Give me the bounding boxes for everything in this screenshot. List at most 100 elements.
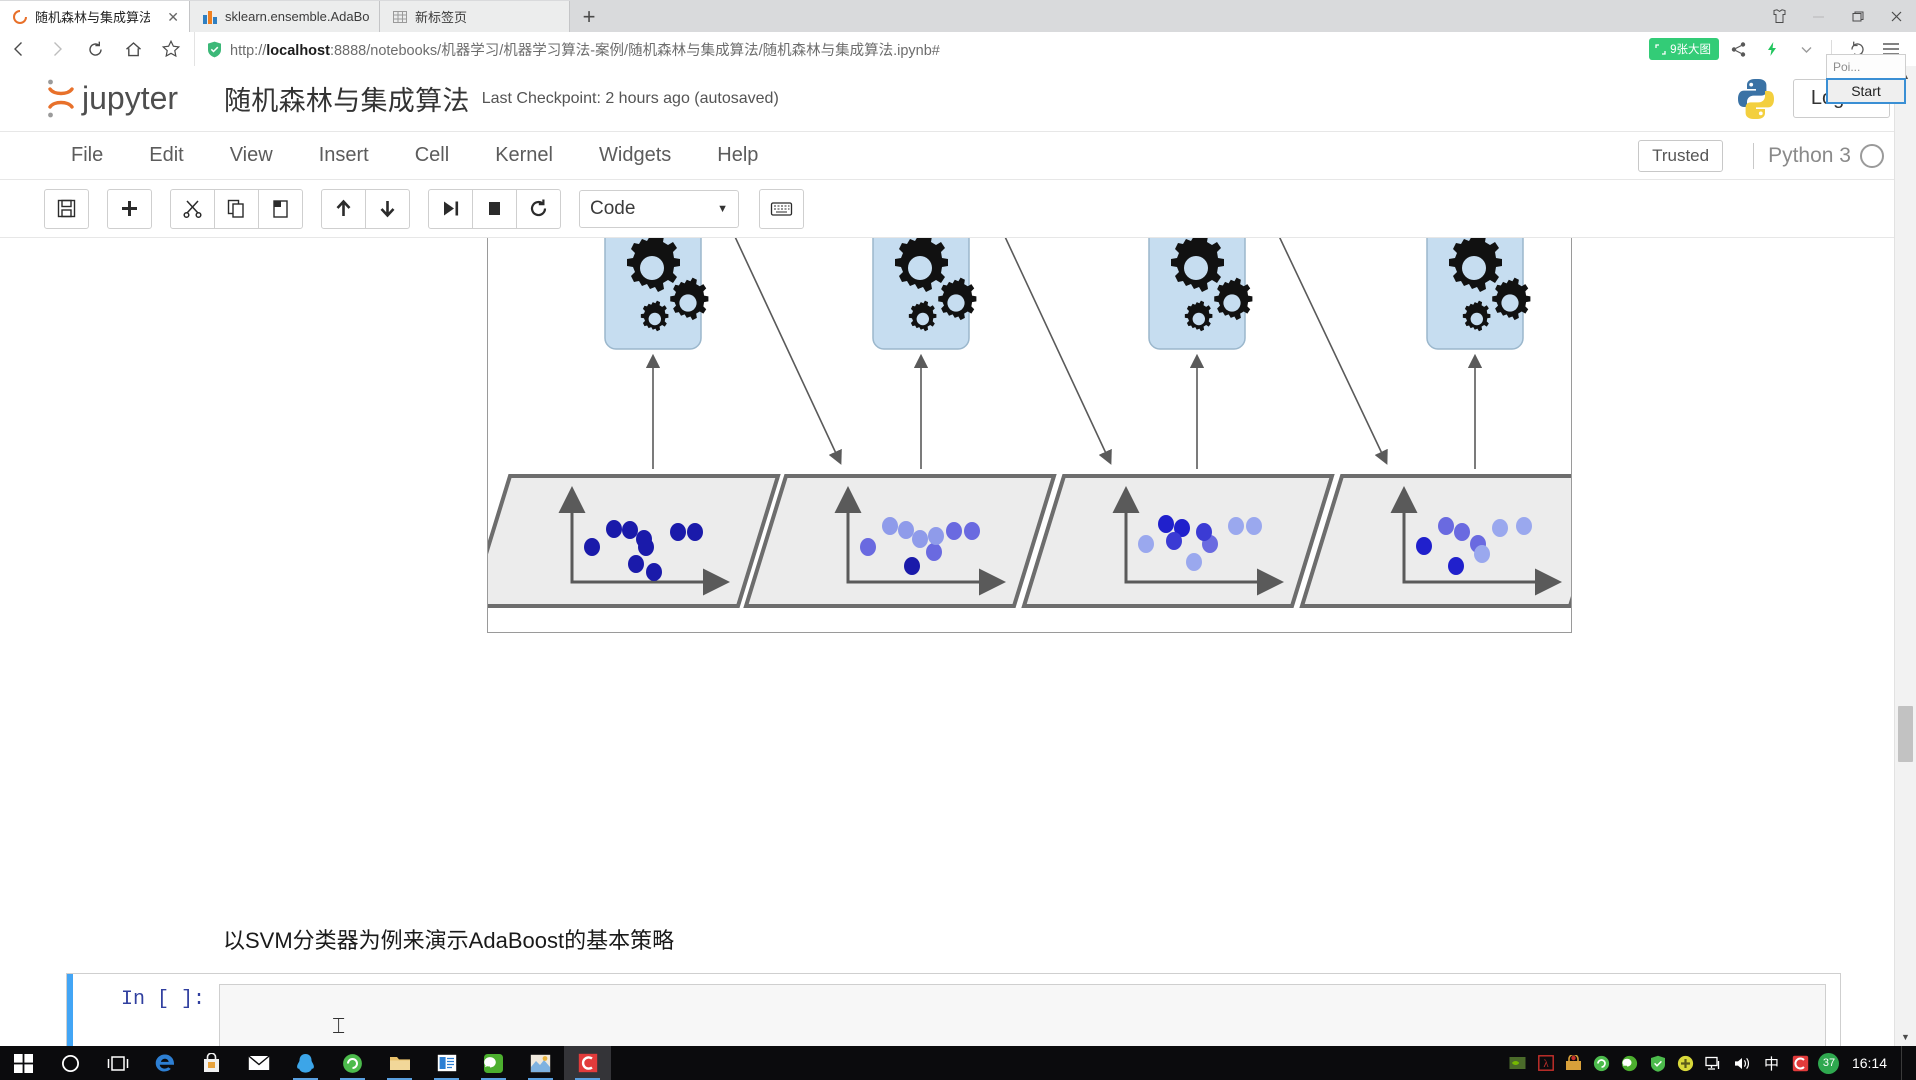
nvidia-icon[interactable]	[1505, 1046, 1531, 1080]
svg-text:jupyter: jupyter	[81, 80, 178, 116]
tabstrip-empty-area	[608, 1, 1760, 32]
browser-tab-2-title: 新标签页	[415, 10, 468, 25]
pdf-icon[interactable]: λ	[1533, 1046, 1559, 1080]
kernel-name: Python 3	[1768, 143, 1851, 167]
close-icon[interactable]	[1877, 1, 1916, 32]
mail-icon[interactable]	[235, 1046, 282, 1080]
antivirus-icon[interactable]	[1561, 1046, 1587, 1080]
plus-circle-icon[interactable]	[1673, 1046, 1699, 1080]
toolbar-group-save	[44, 188, 89, 229]
network-icon[interactable]	[1701, 1046, 1727, 1080]
maximize-icon[interactable]	[1838, 1, 1877, 32]
menu-item-widgets[interactable]: Widgets	[576, 144, 694, 167]
browser-tab-1[interactable]: sklearn.ensemble.AdaBoostC	[190, 1, 380, 32]
markdown-cell-text[interactable]: 以SVM分类器为例来演示AdaBoost的基本策略	[223, 923, 674, 955]
edge-icon[interactable]	[141, 1046, 188, 1080]
window-controls	[1760, 1, 1916, 32]
copy-button[interactable]	[214, 188, 259, 229]
expand-icon	[1655, 43, 1666, 55]
windows-start-icon[interactable]	[0, 1046, 47, 1080]
qq-icon[interactable]	[282, 1046, 329, 1080]
kernel-idle-icon	[1860, 143, 1884, 168]
sogou-icon[interactable]	[1788, 1046, 1814, 1080]
sequential-arrows	[734, 238, 1388, 465]
ime-indicator[interactable]: 中	[1757, 1053, 1786, 1074]
trusted-badge[interactable]: Trusted	[1638, 139, 1724, 172]
kernel-indicator: Python 3	[1753, 142, 1916, 169]
move-cell-up-button[interactable]	[321, 188, 366, 229]
taskbar-clock[interactable]: 16:14	[1844, 1055, 1899, 1071]
menu-item-edit[interactable]: Edit	[126, 144, 206, 167]
restart-kernel-button[interactable]	[516, 188, 561, 229]
chevron-down-icon[interactable]	[1791, 34, 1821, 64]
browser-tab-0[interactable]: 随机森林与集成算法 ✕	[0, 1, 190, 32]
big-image-badge[interactable]: 9张大图	[1649, 38, 1719, 60]
show-desktop-button[interactable]	[1901, 1046, 1910, 1080]
start-button[interactable]: Start	[1826, 78, 1906, 104]
favorite-button[interactable]	[152, 32, 190, 66]
menu-item-insert[interactable]: Insert	[296, 144, 392, 167]
jupyter-header: jupyter 随机森林与集成算法 Last Checkpoint: 2 hou…	[0, 66, 1916, 132]
wechat-icon[interactable]	[470, 1046, 517, 1080]
new-tab-button[interactable]: +	[570, 1, 608, 32]
notebook-title[interactable]: 随机森林与集成算法	[224, 79, 470, 118]
security-shield-icon	[208, 41, 221, 57]
big-image-badge-label: 9张大图	[1670, 44, 1711, 56]
save-button[interactable]	[44, 188, 89, 229]
back-button[interactable]	[0, 32, 38, 66]
grid-icon	[393, 10, 407, 23]
cortana-icon[interactable]	[47, 1046, 94, 1080]
browser-tab-0-close-icon[interactable]: ✕	[167, 10, 179, 24]
jupyter-logo: jupyter	[48, 79, 178, 117]
browser-tab-0-title: 随机森林与集成算法	[35, 10, 151, 25]
scroll-down-arrow-icon[interactable]: ▼	[1895, 1027, 1916, 1046]
home-button[interactable]	[114, 32, 152, 66]
stop-kernel-button[interactable]	[472, 188, 517, 229]
share-icon[interactable]	[1723, 34, 1753, 64]
reload-button[interactable]	[76, 32, 114, 66]
menu-item-file[interactable]: File	[48, 144, 126, 167]
menu-item-view[interactable]: View	[207, 144, 296, 167]
windows-taskbar: λ 中 37 16:14	[0, 1046, 1916, 1080]
scrollbar-thumb[interactable]	[1898, 706, 1913, 762]
shield-icon[interactable]	[1645, 1046, 1671, 1080]
browser-green-icon[interactable]	[1589, 1046, 1615, 1080]
code-input[interactable]: ⌶	[219, 984, 1826, 1046]
python-logo	[1737, 78, 1774, 119]
paint-icon[interactable]	[517, 1046, 564, 1080]
start-recording-widget: Poi... Start	[1826, 54, 1906, 104]
run-cell-button[interactable]	[428, 188, 473, 229]
toolbar-group-run	[428, 188, 561, 229]
insert-cell-button[interactable]	[107, 188, 152, 229]
chevron-down-icon: ▼	[717, 202, 728, 215]
volume-icon[interactable]	[1729, 1046, 1755, 1080]
store-icon[interactable]	[188, 1046, 235, 1080]
code-cell[interactable]: In [ ]: ⌶	[66, 973, 1841, 1046]
page-scrollbar[interactable]: ▲ ▼	[1894, 66, 1916, 1046]
paste-button[interactable]	[258, 188, 303, 229]
task-view-icon[interactable]	[94, 1046, 141, 1080]
menu-item-help[interactable]: Help	[694, 144, 781, 167]
menu-item-cell[interactable]: Cell	[392, 144, 472, 167]
editor-icon[interactable]	[564, 1046, 611, 1080]
text-cursor-icon: ⌶	[332, 1013, 346, 1038]
folder-icon[interactable]	[376, 1046, 423, 1080]
wechat-tray-icon[interactable]	[1617, 1046, 1643, 1080]
cell-type-select[interactable]: Code ▼	[579, 189, 739, 228]
forward-button[interactable]	[38, 32, 76, 66]
browser-tab-2[interactable]: 新标签页	[380, 1, 570, 32]
lightning-icon[interactable]	[1757, 34, 1787, 64]
minimize-icon[interactable]	[1799, 1, 1838, 32]
browser-tab-strip: 随机森林与集成算法 ✕ sklearn.ensemble.AdaBoostC 新…	[0, 0, 1916, 32]
menu-item-kernel[interactable]: Kernel	[472, 144, 576, 167]
data-to-predictor-arrows	[645, 353, 1483, 469]
notification-badge[interactable]: 37	[1816, 1046, 1842, 1080]
skin-icon[interactable]	[1760, 1, 1799, 32]
move-cell-down-button[interactable]	[365, 188, 410, 229]
address-bar[interactable]: http://localhost:8888/notebooks/机器学习/机器学…	[194, 32, 1649, 66]
command-palette-button[interactable]	[759, 188, 804, 229]
browser-360-icon[interactable]	[329, 1046, 376, 1080]
svg-text:λ: λ	[1543, 1058, 1549, 1070]
notes-icon[interactable]	[423, 1046, 470, 1080]
cut-button[interactable]	[170, 188, 215, 229]
